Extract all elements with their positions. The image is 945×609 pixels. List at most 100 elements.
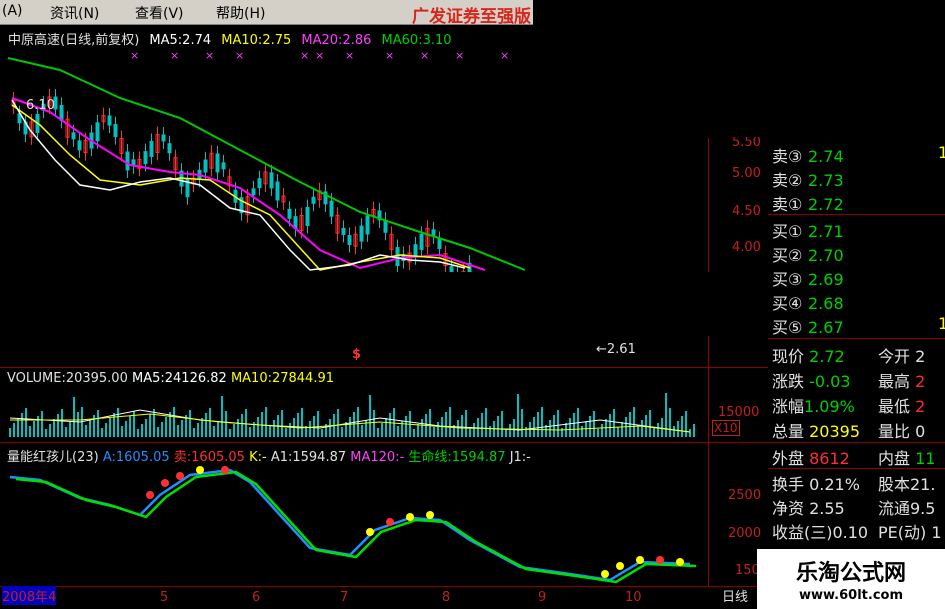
candle-body	[215, 153, 220, 173]
ask-bid-divider	[768, 214, 945, 215]
stat-high: 最高 2	[878, 372, 926, 391]
watermark-title: 乐淘公式网	[795, 561, 906, 586]
candle-body	[395, 247, 400, 267]
candle-body	[311, 196, 316, 204]
quote-stats-divider	[768, 338, 945, 339]
candle-body	[275, 181, 280, 201]
indicator-signal-dot	[601, 570, 609, 578]
signal-x-marker: ×	[385, 49, 394, 62]
candle-body	[413, 244, 418, 258]
indicator-signal-dots	[146, 466, 684, 578]
stat-share-capital: 股本21.	[878, 475, 936, 494]
x-axis-label: 9	[538, 590, 547, 605]
candle-body	[203, 159, 208, 173]
candle-body	[341, 227, 346, 235]
candle-body	[359, 225, 364, 242]
signal-x-marker: ×	[170, 49, 179, 62]
signal-x-marker: ×	[345, 49, 354, 62]
candle-body	[95, 122, 100, 142]
indicator-signal-dot	[176, 472, 184, 480]
bid-row-4: 买④ 2.68	[772, 294, 844, 313]
bid-row-5: 买⑤ 2.67 1	[772, 314, 945, 337]
redacted-area	[533, 0, 945, 137]
signal-dollar-marker: $	[352, 347, 362, 362]
stat-change: 涨跌 -0.03	[772, 372, 851, 391]
price-axis-line	[708, 138, 709, 586]
ask-row-3: 卖③ 2.74 1	[772, 143, 945, 166]
candle-body	[125, 151, 130, 171]
candle-body	[437, 238, 442, 249]
high-price-marker: 6.10	[26, 98, 55, 113]
stats-divider	[768, 468, 945, 469]
signal-x-marker: ×	[500, 49, 509, 62]
signal-x-marker: ×	[420, 49, 429, 62]
stat-inner: 内盘 11	[878, 449, 936, 468]
candle-body	[269, 172, 274, 189]
signal-x-marker: ×	[300, 49, 309, 62]
candle-body	[431, 229, 436, 237]
indicator-signal-dot	[146, 491, 154, 499]
volume-unit-badge: X10	[712, 420, 740, 436]
period-label[interactable]: 日线	[722, 586, 748, 605]
candle-body	[113, 124, 118, 138]
indicator-life: 生命线:1594.87	[408, 450, 506, 465]
price-tick: 4.50	[732, 204, 761, 219]
candle-body	[383, 219, 388, 233]
candle-body	[161, 134, 166, 142]
candle-body	[71, 132, 76, 140]
stat-net-assets: 净资 2.55	[772, 499, 845, 518]
candle-body	[305, 206, 310, 226]
bid-row-3: 买③ 2.69	[772, 270, 844, 289]
x-axis-label: 2008年4	[2, 586, 57, 605]
indicator-life-line	[15, 470, 697, 584]
stat-change-pct: 涨幅1.09%	[772, 397, 855, 416]
signal-x-marker: ×	[205, 49, 214, 62]
stat-turnover: 换手 0.21%	[772, 475, 860, 494]
signal-x-marker: ×	[235, 49, 244, 62]
candle-body	[251, 188, 256, 196]
indicator-sell: 卖:1605.05	[173, 450, 245, 465]
indicator-a: A:1605.05	[102, 450, 170, 465]
candle-body	[149, 140, 154, 157]
indicator-signal-dot	[636, 556, 644, 564]
indicator-j1: J1:-	[509, 450, 531, 465]
candle-body	[419, 234, 424, 251]
ask-row-2: 卖② 2.73	[772, 171, 844, 190]
site-watermark: 乐淘公式网 www.60lt.com	[757, 549, 945, 609]
ma60-line	[7, 57, 526, 271]
signal-markers: × × × × × × × × × × ×	[130, 49, 509, 62]
indicator-k: K:-	[249, 450, 267, 465]
stat-float: 流通9.5	[878, 499, 936, 518]
candle-body	[257, 178, 262, 189]
x-axis-label: 6	[252, 590, 261, 605]
stat-price: 现价 2.72	[772, 347, 845, 366]
indicator-signal-dot	[406, 513, 414, 521]
candle-body	[347, 235, 352, 246]
redacted-area	[185, 272, 765, 336]
candle-body	[77, 140, 82, 151]
x-axis-label: 8	[442, 590, 451, 605]
watermark-url: www.60lt.com	[798, 588, 904, 603]
candle-body	[107, 115, 112, 126]
indicator-signal-dot	[426, 511, 434, 519]
indicator-signal-dot	[366, 528, 374, 536]
stats-divider	[768, 442, 945, 443]
divider-price-volume	[0, 367, 768, 368]
indicator-tick: 2000	[728, 526, 762, 541]
candle-body	[143, 151, 148, 165]
indicator-signal-dot	[616, 562, 624, 570]
indicator-signal-dot	[386, 518, 394, 526]
x-axis-label: 7	[340, 590, 349, 605]
time-axis-line	[0, 586, 768, 587]
signal-x-marker: ×	[315, 49, 324, 62]
indicator-name: 量能红孩儿(23)	[7, 450, 99, 465]
low-price-marker: ←2.61	[596, 342, 636, 357]
indicator-signal-dot	[196, 466, 204, 474]
volume-ma5: MA5:24126.82	[132, 371, 227, 386]
candle-body	[365, 215, 370, 235]
price-candles	[11, 88, 472, 300]
quote-panel: 卖③ 2.74 1 卖② 2.73 卖① 2.72 买① 2.71 买② 2.70 买③ 2.…	[768, 137, 945, 547]
price-tick: 5.50	[732, 135, 761, 150]
indicator-ma120: MA120:-	[350, 450, 405, 465]
indicator-signal-dot	[676, 558, 684, 566]
